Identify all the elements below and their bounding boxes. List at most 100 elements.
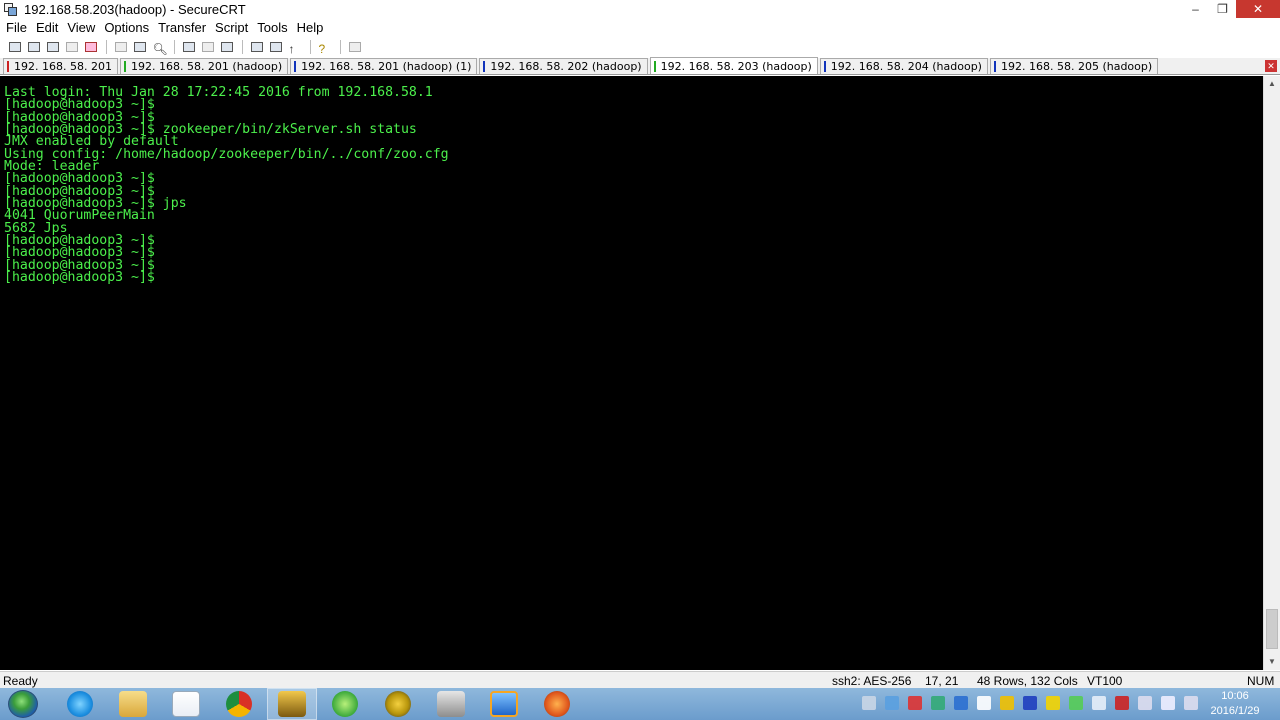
tab-status-mark	[823, 61, 826, 72]
system-tray	[862, 696, 1207, 710]
game-icon[interactable]	[532, 688, 582, 720]
tab-session-201-hadoop[interactable]: 192. 168. 58. 201 (hadoop)	[119, 58, 289, 74]
session-options-icon[interactable]	[248, 40, 265, 55]
menu-view[interactable]: View	[67, 20, 95, 35]
tray-display-icon[interactable]	[1092, 696, 1106, 710]
menu-script[interactable]: Script	[215, 20, 248, 35]
browser-green-icon[interactable]	[320, 688, 370, 720]
print-selection-icon[interactable]	[199, 40, 216, 55]
scroll-up-icon[interactable]: ▲	[1264, 76, 1280, 92]
status-cipher: ssh2: AES-256	[832, 674, 912, 688]
close-tab-icon[interactable]: ✕	[1265, 60, 1277, 72]
tray-security-icon[interactable]	[1069, 696, 1083, 710]
terminal-line: Using config: /home/hadoop/zookeeper/bin…	[4, 146, 449, 162]
tab-status-mark	[483, 61, 486, 72]
tab-session-202-hadoop[interactable]: 192. 168. 58. 202 (hadoop)	[479, 58, 648, 74]
media-player-icon[interactable]	[161, 688, 211, 720]
help-icon[interactable]: ?	[316, 40, 333, 56]
chrome-icon[interactable]	[214, 688, 264, 720]
terminal-scrollbar[interactable]: ▲ ▼	[1263, 76, 1280, 670]
scroll-down-icon[interactable]: ▼	[1264, 654, 1280, 670]
quick-connect-icon[interactable]	[25, 40, 42, 55]
terminal-screen[interactable]: Last login: Thu Jan 28 17:22:45 2016 fro…	[0, 76, 1263, 670]
status-num-lock: NUM	[1247, 674, 1275, 688]
tray-antivirus-icon[interactable]	[908, 696, 922, 710]
menu-file[interactable]: File	[6, 20, 27, 35]
tray-bluetooth-icon[interactable]	[1023, 696, 1037, 710]
tab-session-205-hadoop[interactable]: 192. 168. 58. 205 (hadoop)	[989, 58, 1159, 74]
tab-session-201[interactable]: 192. 168. 58. 201	[3, 58, 118, 74]
terminal-line: [hadoop@hadoop3 ~]$	[4, 97, 155, 113]
terminal-line: [hadoop@hadoop3 ~]$ jps	[4, 196, 187, 212]
menu-options[interactable]: Options	[104, 20, 149, 35]
tray-app-icon[interactable]	[931, 696, 945, 710]
tray-signal-icon[interactable]	[1184, 696, 1198, 710]
global-options-icon[interactable]	[267, 40, 284, 55]
tray-update-icon[interactable]	[1046, 696, 1060, 710]
tab-status-mark	[294, 61, 297, 72]
app-e-icon[interactable]	[373, 688, 423, 720]
clock-date: 2016/1/29	[1210, 705, 1260, 717]
status-terminal-size: 48 Rows, 132 Cols	[977, 674, 1078, 688]
tab-label: 192. 168. 58. 203 (hadoop)	[660, 59, 812, 73]
status-bar: Ready ssh2: AES-256 17, 21 48 Rows, 132 …	[0, 671, 1280, 688]
tab-label: 192. 168. 58. 202 (hadoop)	[490, 60, 642, 73]
terminal-line: Mode: leader	[4, 159, 100, 175]
connect-icon[interactable]	[6, 40, 23, 55]
taskbar-clock[interactable]: 10:06 2016/1/29	[1200, 689, 1270, 719]
tab-session-201-hadoop-1[interactable]: 192. 168. 58. 201 (hadoop) (1)	[290, 58, 478, 74]
status-emulation: VT100	[1087, 674, 1123, 688]
menu-tools[interactable]: Tools	[257, 20, 287, 35]
terminal-line: 5682 Jps	[4, 220, 68, 236]
disconnect-icon[interactable]	[82, 40, 99, 55]
tray-keyboard-icon[interactable]	[862, 696, 876, 710]
terminal-line: [hadoop@hadoop3 ~]$	[4, 257, 155, 273]
remote-desktop-icon[interactable]	[479, 688, 529, 720]
toolbar-divider	[340, 40, 341, 54]
terminal-line: Last login: Thu Jan 28 17:22:45 2016 fro…	[4, 85, 433, 100]
securecrt-app-icon[interactable]	[4, 2, 18, 17]
tab-session-204-hadoop[interactable]: 192. 168. 58. 204 (hadoop)	[819, 58, 988, 74]
terminal-line: [hadoop@hadoop3 ~]$	[4, 245, 155, 261]
toolbar-divider	[106, 40, 107, 54]
terminal-line: [hadoop@hadoop3 ~]$ zookeeper/bin/zkServ…	[4, 122, 417, 138]
securecrt-taskbar-icon[interactable]	[267, 688, 317, 720]
toolbar-divider	[174, 40, 175, 54]
print-screen-icon[interactable]	[180, 40, 197, 55]
securecrt-window: 192.168.58.203(hadoop) - SecureCRT – ❐ ✕…	[0, 0, 1280, 720]
tray-power-icon[interactable]	[1138, 696, 1152, 710]
status-cursor-position: 17, 21	[925, 674, 959, 688]
terminal-line: 4041 QuorumPeerMain	[4, 208, 155, 224]
file-explorer-icon[interactable]	[108, 688, 158, 720]
tab-label: 192. 168. 58. 201 (hadoop) (1)	[301, 60, 472, 73]
find-icon[interactable]: 🔍︎	[150, 40, 168, 56]
terminal-line: [hadoop@hadoop3 ~]$	[4, 270, 155, 286]
minimize-button[interactable]: –	[1182, 0, 1209, 18]
menu-help[interactable]: Help	[297, 20, 324, 35]
menu-transfer[interactable]: Transfer	[158, 20, 206, 35]
print-icon[interactable]	[218, 40, 235, 55]
copy-icon[interactable]	[112, 40, 129, 55]
tab-session-203-hadoop[interactable]: 192. 168. 58. 203 (hadoop)	[649, 57, 818, 74]
terminal-line: [hadoop@hadoop3 ~]$	[4, 233, 155, 249]
sftp-icon[interactable]	[346, 40, 363, 55]
app-generic-icon[interactable]	[426, 688, 476, 720]
restore-button[interactable]: ❐	[1209, 0, 1236, 18]
tab-label: 192. 168. 58. 201 (hadoop)	[130, 60, 283, 73]
tray-flag-icon[interactable]	[1115, 696, 1129, 710]
scrollbar-thumb[interactable]	[1266, 609, 1278, 649]
connect-in-tab-icon[interactable]	[44, 40, 61, 55]
tray-qq-icon[interactable]	[1000, 696, 1014, 710]
close-button[interactable]: ✕	[1236, 0, 1280, 18]
tray-volume-icon[interactable]	[1161, 696, 1175, 710]
keymap-icon[interactable]: ↑	[286, 40, 303, 56]
start-button[interactable]	[8, 690, 38, 718]
reconnect-icon[interactable]	[63, 40, 80, 55]
tray-shield-icon[interactable]	[954, 696, 968, 710]
tray-network-icon[interactable]	[885, 696, 899, 710]
menu-edit[interactable]: Edit	[36, 20, 58, 35]
internet-explorer-icon[interactable]	[55, 688, 105, 720]
tray-windows-icon[interactable]	[977, 696, 991, 710]
status-ready: Ready	[3, 674, 38, 688]
paste-icon[interactable]	[131, 40, 148, 55]
